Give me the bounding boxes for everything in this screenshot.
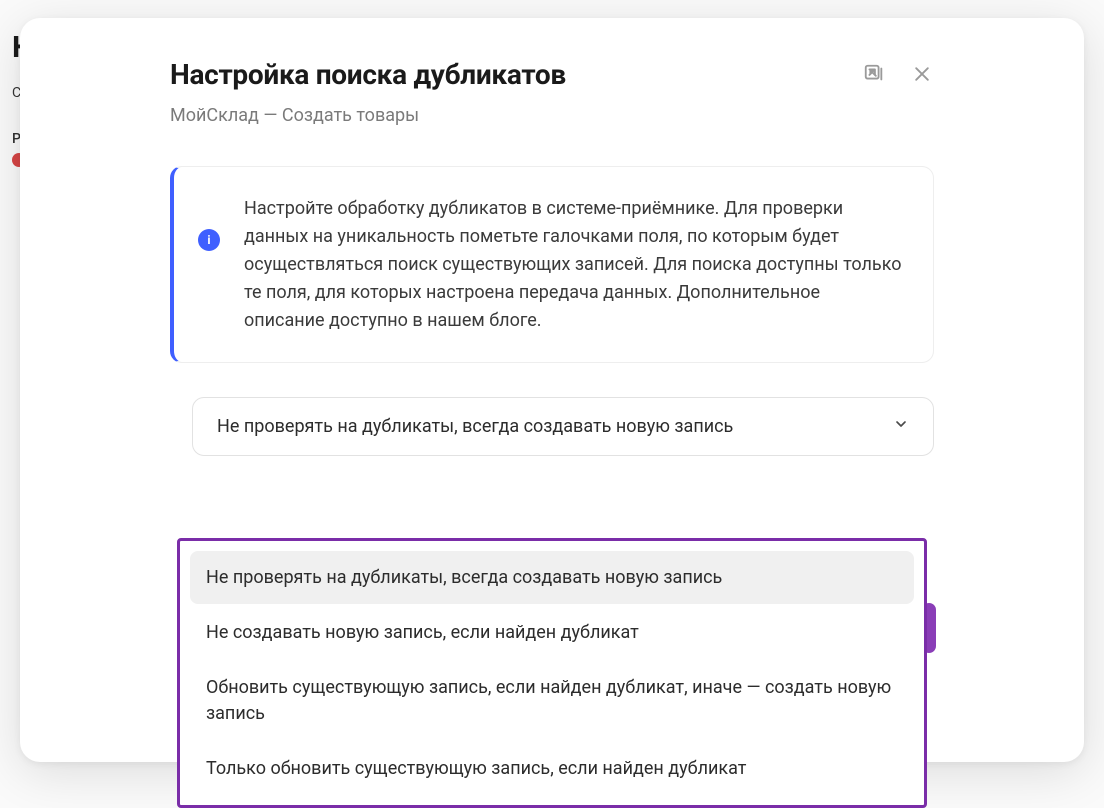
select-value: Не проверять на дубликаты, всегда создав… bbox=[217, 416, 733, 437]
modal-subtitle: МойСклад — Создать товары bbox=[170, 105, 862, 126]
dropdown-option-1[interactable]: Не проверять на дубликаты, всегда создав… bbox=[190, 551, 914, 604]
close-icon[interactable] bbox=[910, 62, 934, 86]
dropdown-option-4[interactable]: Только обновить существующую запись, есл… bbox=[190, 742, 914, 795]
dropdown-option-3[interactable]: Обновить существующую запись, если найде… bbox=[190, 661, 914, 739]
info-text: Настройте обработку дубликатов в системе… bbox=[244, 195, 905, 334]
duplicate-settings-modal: Настройка поиска дубликатов МойСклад — С… bbox=[20, 18, 1084, 762]
modal-header: Настройка поиска дубликатов МойСклад — С… bbox=[170, 58, 934, 126]
info-box: i Настройте обработку дубликатов в систе… bbox=[170, 166, 934, 363]
duplicate-mode-dropdown: Не проверять на дубликаты, всегда создав… bbox=[177, 538, 927, 808]
expand-icon[interactable] bbox=[862, 62, 886, 86]
modal-title: Настройка поиска дубликатов bbox=[170, 58, 862, 91]
duplicate-mode-select[interactable]: Не проверять на дубликаты, всегда создав… bbox=[192, 397, 934, 456]
chevron-down-icon bbox=[893, 416, 909, 437]
dropdown-option-2[interactable]: Не создавать новую запись, если найден д… bbox=[190, 606, 914, 659]
info-icon: i bbox=[198, 229, 220, 251]
